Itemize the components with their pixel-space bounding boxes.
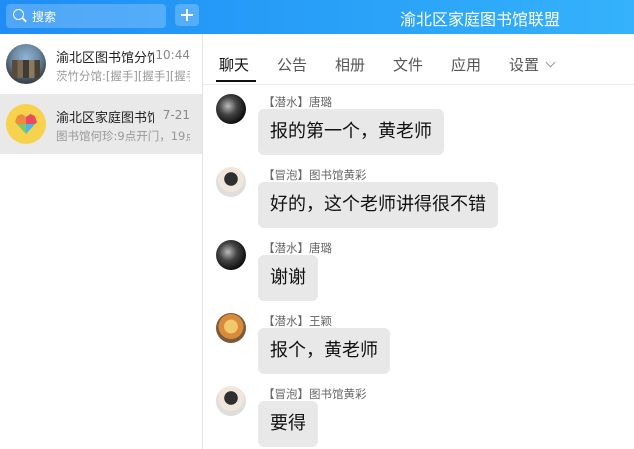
tab-settings-label: 设置 bbox=[509, 56, 540, 74]
tab-files[interactable]: 文件 bbox=[393, 54, 423, 75]
message-bubble: 报的第一个，黄老师 bbox=[258, 109, 444, 155]
search-placeholder: 搜索 bbox=[32, 10, 57, 24]
avatar[interactable] bbox=[216, 240, 246, 270]
avatar[interactable] bbox=[216, 94, 246, 124]
tab-album[interactable]: 相册 bbox=[335, 54, 365, 75]
avatar[interactable] bbox=[216, 167, 246, 197]
message-sender: 【冒泡】图书馆黄彩 bbox=[263, 387, 367, 401]
conversation-time: 7-21 bbox=[162, 108, 190, 122]
conversation-list: 渝北区图书馆分馆 10:44 茨竹分馆:[握手][握手][握手] 渝北区家庭图书… bbox=[0, 34, 203, 449]
avatar bbox=[6, 44, 46, 84]
message-sender: 【冒泡】图书馆黄彩 bbox=[263, 168, 367, 182]
group-title: 渝北区家庭图书馆联盟 bbox=[399, 10, 560, 29]
top-bar: 搜索 渝北区家庭图书馆联盟 bbox=[0, 0, 634, 34]
message-bubble: 好的，这个老师讲得很不错 bbox=[258, 182, 498, 228]
conversation-preview: 茨竹分馆:[握手][握手][握手] bbox=[56, 69, 190, 83]
conversation-time: 10:44 bbox=[155, 48, 190, 62]
conversation-item[interactable]: 渝北区图书馆分馆 10:44 茨竹分馆:[握手][握手][握手] bbox=[0, 34, 202, 94]
conversation-name: 渝北区图书馆分馆 bbox=[56, 51, 154, 66]
tab-chat[interactable]: 聊天 bbox=[219, 54, 249, 75]
tab-apps[interactable]: 应用 bbox=[451, 54, 481, 75]
search-icon bbox=[13, 9, 24, 20]
message-sender: 【潜水】唐璐 bbox=[263, 95, 332, 109]
conversation-preview: 图书馆何珍:9点开门，19点关门 bbox=[56, 129, 190, 143]
avatar bbox=[6, 104, 46, 144]
avatar[interactable] bbox=[216, 313, 246, 343]
message-bubble: 谢谢 bbox=[258, 255, 318, 301]
message-bubble: 报个，黄老师 bbox=[258, 328, 390, 374]
chat-panel: 聊天 公告 相册 文件 应用 设置 【潜水】唐璐 报的第一个，黄老师 【冒泡】图… bbox=[203, 34, 634, 449]
active-tab-indicator bbox=[216, 80, 256, 82]
search-box[interactable]: 搜索 bbox=[6, 4, 166, 28]
message-sender: 【潜水】唐璐 bbox=[263, 241, 332, 255]
message-bubble: 要得 bbox=[258, 401, 318, 447]
avatar[interactable] bbox=[216, 386, 246, 416]
conversation-item[interactable]: 渝北区家庭图书馆联盟 7-21 图书馆何珍:9点开门，19点关门 bbox=[0, 94, 202, 154]
tab-bar: 聊天 公告 相册 文件 应用 设置 bbox=[203, 34, 634, 85]
chevron-down-icon bbox=[545, 57, 556, 68]
conversation-name: 渝北区家庭图书馆联盟 bbox=[56, 111, 154, 126]
tab-announcements[interactable]: 公告 bbox=[277, 54, 307, 75]
add-button[interactable] bbox=[175, 4, 199, 26]
message-sender: 【潜水】王颖 bbox=[263, 314, 332, 328]
tab-settings[interactable]: 设置 bbox=[509, 54, 556, 75]
